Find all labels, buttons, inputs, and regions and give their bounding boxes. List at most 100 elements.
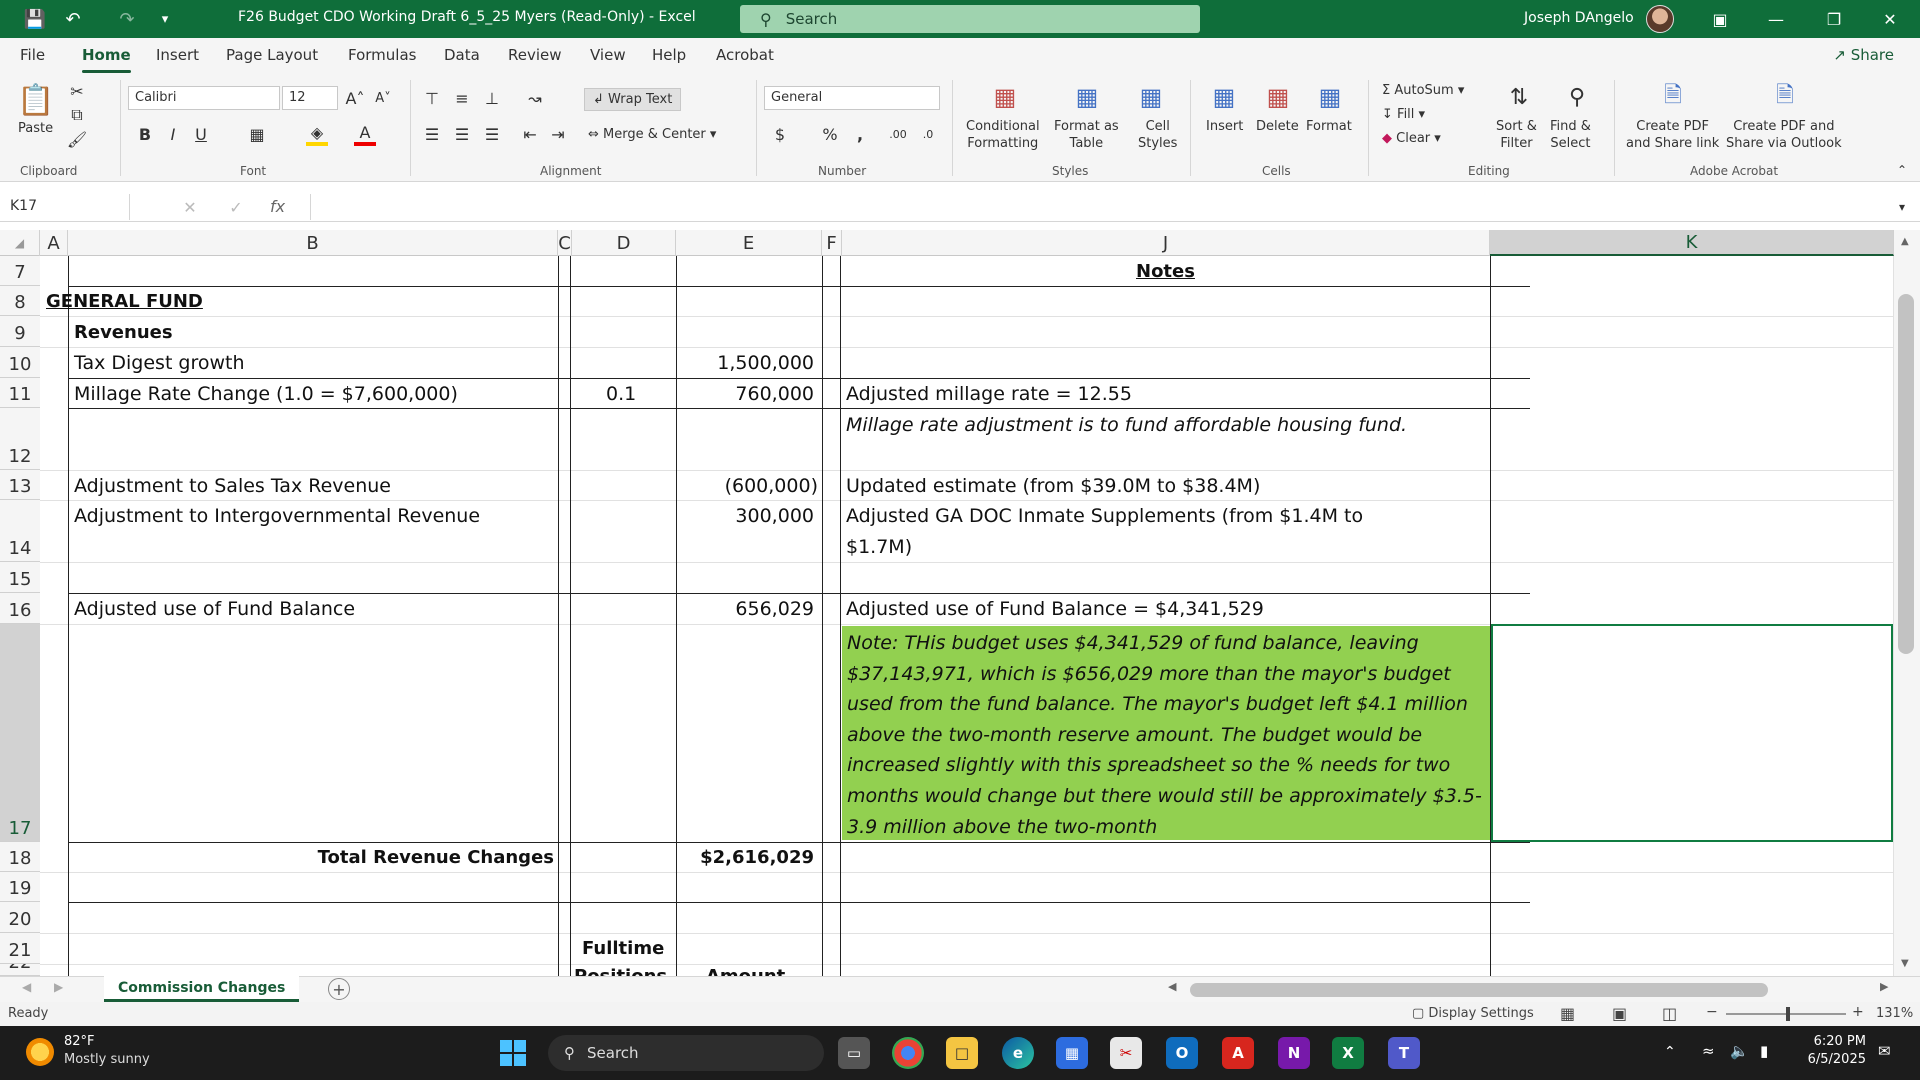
battery-icon[interactable]: ▮: [1760, 1042, 1768, 1060]
font-size-select[interactable]: 12: [282, 86, 338, 110]
italic-icon[interactable]: I: [162, 122, 184, 146]
currency-icon[interactable]: $: [768, 122, 792, 146]
redo-icon[interactable]: ↷: [112, 0, 142, 38]
scroll-up-icon[interactable]: ▲: [1901, 236, 1909, 247]
tab-data[interactable]: Data: [444, 46, 480, 64]
decrease-font-icon[interactable]: A˅: [372, 86, 394, 110]
tab-formulas[interactable]: Formulas: [348, 46, 416, 64]
page-layout-view-icon[interactable]: ▣: [1612, 1004, 1627, 1023]
create-pdf-icon[interactable]: 🗎: [1656, 82, 1690, 112]
increase-indent-icon[interactable]: ⇥: [546, 122, 570, 146]
sheet-tab-commission-changes[interactable]: Commission Changes: [104, 976, 300, 1002]
wifi-icon[interactable]: ≈: [1702, 1042, 1715, 1060]
scroll-left-icon[interactable]: ◀: [1168, 980, 1176, 993]
column-header-k[interactable]: K: [1490, 230, 1894, 256]
bold-icon[interactable]: B: [134, 122, 156, 146]
tab-acrobat[interactable]: Acrobat: [716, 46, 774, 64]
increase-decimal-icon[interactable]: .00: [884, 122, 912, 146]
volume-icon[interactable]: 🔈: [1730, 1042, 1749, 1060]
tab-review[interactable]: Review: [508, 46, 562, 64]
fill-color-icon[interactable]: ◈: [306, 122, 328, 146]
teams-icon[interactable]: T: [1388, 1037, 1420, 1069]
cell-styles-button[interactable]: Cell Styles: [1138, 118, 1177, 152]
save-icon[interactable]: 💾: [18, 0, 52, 38]
column-header-b[interactable]: B: [68, 230, 558, 256]
vertical-scroll-thumb[interactable]: [1898, 294, 1914, 654]
clear-button[interactable]: ◆ Clear ▾: [1382, 130, 1441, 147]
taskbar-search[interactable]: ⚲ Search: [548, 1035, 824, 1071]
horizontal-scroll-thumb[interactable]: [1190, 983, 1768, 997]
comma-style-icon[interactable]: ,: [848, 122, 872, 146]
column-header-e[interactable]: E: [676, 230, 822, 256]
conditional-formatting-icon[interactable]: ▦: [988, 82, 1022, 112]
column-header-j[interactable]: J: [842, 230, 1490, 256]
format-cells-button[interactable]: Format: [1306, 118, 1352, 135]
format-cells-icon[interactable]: ▦: [1312, 82, 1348, 112]
scroll-right-icon[interactable]: ▶: [1880, 980, 1888, 993]
cell-styles-icon[interactable]: ▦: [1134, 82, 1168, 112]
row-header[interactable]: 13: [0, 470, 40, 500]
display-settings-button[interactable]: ▢ Display Settings: [1412, 1006, 1534, 1021]
share-outlook-icon[interactable]: 🗎: [1768, 82, 1802, 112]
store-icon[interactable]: ▦: [1056, 1037, 1088, 1069]
start-icon[interactable]: [500, 1040, 526, 1066]
align-bottom-icon[interactable]: ⊥: [480, 86, 504, 110]
prev-sheet-icon[interactable]: ◀: [22, 980, 31, 994]
find-select-icon[interactable]: ⚲: [1560, 82, 1594, 112]
user-name[interactable]: Joseph DAngelo: [1524, 10, 1634, 26]
decrease-decimal-icon[interactable]: .0: [914, 122, 942, 146]
zoom-level[interactable]: 131%: [1876, 1006, 1913, 1021]
insert-cells-icon[interactable]: ▦: [1206, 82, 1242, 112]
orientation-icon[interactable]: ↝: [520, 86, 550, 110]
paste-button[interactable]: Paste: [18, 120, 53, 137]
column-header-a[interactable]: A: [40, 230, 68, 256]
align-left-icon[interactable]: ☰: [420, 122, 444, 146]
zoom-out-icon[interactable]: −: [1706, 1004, 1718, 1020]
font-color-icon[interactable]: A: [354, 122, 376, 146]
conditional-formatting-button[interactable]: Conditional Formatting: [966, 118, 1040, 152]
tab-view[interactable]: View: [590, 46, 626, 64]
vertical-scrollbar[interactable]: ▲ ▼: [1894, 230, 1920, 976]
cut-icon[interactable]: ✂: [66, 80, 88, 102]
create-pdf-share-link-button[interactable]: Create PDF and Share link: [1626, 118, 1719, 152]
tab-help[interactable]: Help: [652, 46, 686, 64]
row-header[interactable]: 9: [0, 316, 40, 347]
add-sheet-icon[interactable]: +: [328, 978, 350, 1000]
collapse-ribbon-icon[interactable]: ⌃: [1892, 162, 1912, 178]
row-header[interactable]: 8: [0, 286, 40, 316]
insert-cells-button[interactable]: Insert: [1206, 118, 1243, 135]
chrome-icon[interactable]: [892, 1037, 924, 1069]
expand-formula-icon[interactable]: ▾: [1892, 196, 1912, 218]
row-header[interactable]: 11: [0, 378, 40, 408]
tab-page-layout[interactable]: Page Layout: [226, 46, 318, 64]
row-header[interactable]: 20: [0, 902, 40, 933]
selected-cell-k17[interactable]: [1491, 624, 1893, 842]
delete-cells-button[interactable]: Delete: [1256, 118, 1299, 135]
clock-date[interactable]: 6/5/2025: [1790, 1052, 1866, 1067]
ribbon-display-icon[interactable]: ▣: [1698, 0, 1742, 38]
zoom-slider-thumb[interactable]: [1786, 1007, 1790, 1021]
tab-file[interactable]: File: [20, 46, 45, 64]
row-header[interactable]: 16: [0, 593, 40, 624]
decrease-indent-icon[interactable]: ⇤: [518, 122, 542, 146]
share-button[interactable]: ↗ Share: [1833, 46, 1894, 64]
insert-function-icon[interactable]: fx: [270, 197, 285, 216]
row-header[interactable]: 7: [0, 256, 40, 286]
normal-view-icon[interactable]: ▦: [1560, 1004, 1575, 1023]
column-header-f[interactable]: F: [822, 230, 842, 256]
row-header[interactable]: 14: [0, 500, 40, 562]
onenote-icon[interactable]: N: [1278, 1037, 1310, 1069]
customize-toolbar-icon[interactable]: ▾: [150, 0, 180, 38]
row-header[interactable]: 17: [0, 624, 40, 842]
zoom-in-icon[interactable]: +: [1852, 1004, 1864, 1020]
sort-filter-button[interactable]: Sort & Filter: [1496, 118, 1537, 152]
scroll-down-icon[interactable]: ▼: [1901, 958, 1909, 969]
show-hidden-icons[interactable]: ⌃: [1664, 1044, 1676, 1060]
row-header[interactable]: 12: [0, 408, 40, 470]
cancel-entry-icon[interactable]: ✕: [180, 196, 200, 218]
format-as-table-icon[interactable]: ▦: [1070, 82, 1104, 112]
name-box[interactable]: K17: [0, 194, 130, 220]
format-as-table-button[interactable]: Format as Table: [1054, 118, 1119, 152]
minimize-icon[interactable]: —: [1754, 0, 1798, 38]
merge-center-button[interactable]: ⇔ Merge & Center ▾: [588, 126, 716, 143]
